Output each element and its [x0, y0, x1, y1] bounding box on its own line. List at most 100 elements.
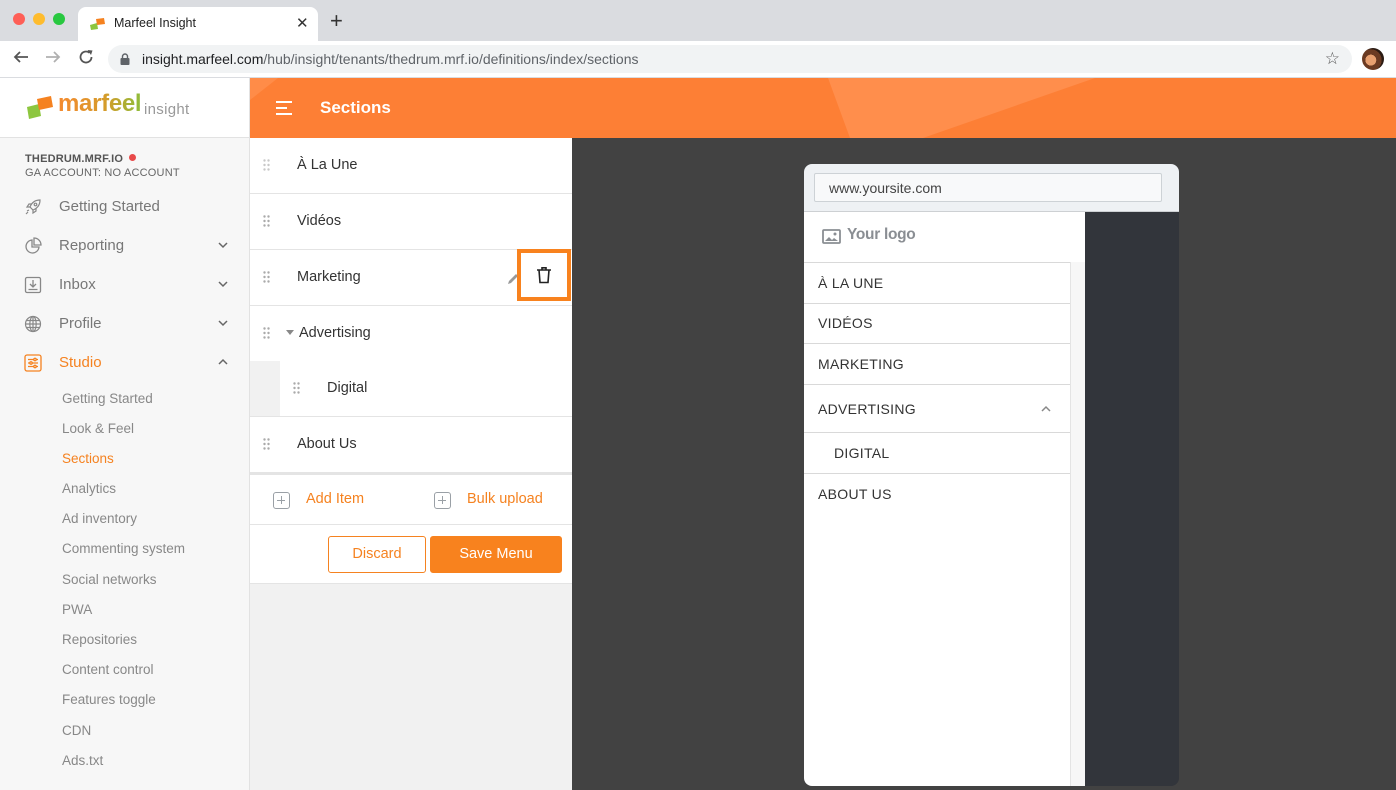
studio-item-ad-inventory[interactable]: Ad inventory	[62, 511, 137, 526]
forward-arrow-icon[interactable]	[45, 49, 61, 65]
drag-handle-icon[interactable]	[263, 271, 271, 283]
discard-button[interactable]: Discard	[328, 536, 426, 573]
close-tab-icon[interactable]: ✕	[296, 14, 309, 32]
preview-menu-subitem[interactable]: DIGITAL	[804, 432, 1070, 473]
sidebar-item-inbox[interactable]: Inbox	[0, 267, 249, 303]
delete-button[interactable]	[517, 249, 571, 301]
preview-menu-item[interactable]: À LA UNE	[804, 262, 1070, 303]
caret-down-icon[interactable]	[286, 330, 294, 335]
studio-item-analytics[interactable]: Analytics	[62, 481, 116, 496]
image-icon	[822, 229, 841, 244]
bookmark-star-icon[interactable]: ☆	[1325, 49, 1340, 69]
profile-avatar[interactable]	[1362, 48, 1384, 70]
bulk-upload-label: Bulk upload	[467, 491, 543, 507]
preview-logo-text: Your logo	[847, 226, 916, 243]
preview-menu-item[interactable]: MARKETING	[804, 343, 1070, 384]
sections-editor: À La Une Vidéos Marketing Advertising Di…	[250, 138, 572, 790]
tenant-name[interactable]: THEDRUM.MRF.IO	[25, 153, 137, 165]
studio-item-content-control[interactable]: Content control	[62, 662, 154, 677]
new-tab-icon[interactable]: +	[330, 10, 343, 32]
studio-item-sections[interactable]: Sections	[62, 451, 114, 466]
marfeel-logo-icon	[27, 96, 55, 120]
trash-icon	[536, 266, 552, 284]
section-label: Digital	[327, 380, 368, 396]
studio-item-social-networks[interactable]: Social networks	[62, 572, 157, 587]
globe-icon	[24, 315, 42, 333]
section-row[interactable]: Advertising	[250, 306, 572, 362]
ga-account: GA ACCOUNT: NO ACCOUNT	[25, 167, 180, 179]
chevron-down-icon	[217, 317, 229, 329]
drag-handle-icon[interactable]	[263, 327, 271, 339]
sidebar-item-getting-started[interactable]: Getting Started	[0, 189, 249, 225]
sidebar: marfeel insight THEDRUM.MRF.IO GA ACCOUN…	[0, 78, 250, 790]
url-host: insight.marfeel.com	[142, 51, 264, 67]
chevron-up-icon	[217, 356, 229, 368]
status-dot	[129, 154, 137, 161]
sidebar-item-label: Inbox	[59, 276, 96, 293]
studio-item-pwa[interactable]: PWA	[62, 602, 92, 617]
section-row-hovered[interactable]: Marketing	[250, 249, 572, 306]
section-label: Vidéos	[297, 213, 342, 229]
window-maximize-button[interactable]	[53, 13, 65, 25]
page-header: Sections	[250, 78, 1396, 138]
preview-menu-label: MARKETING	[818, 356, 904, 372]
url-text: insight.marfeel.com/hub/insight/tenants/…	[142, 51, 639, 67]
sidebar-item-reporting[interactable]: Reporting	[0, 228, 249, 264]
studio-item-look-and-feel[interactable]: Look & Feel	[62, 421, 134, 436]
section-row[interactable]: À La Une	[250, 138, 572, 194]
plus-square-icon	[273, 492, 290, 509]
save-menu-button[interactable]: Save Menu	[430, 536, 562, 573]
chevron-down-icon	[217, 278, 229, 290]
window-close-button[interactable]	[13, 13, 25, 25]
add-item-label: Add Item	[306, 491, 365, 507]
drag-handle-icon[interactable]	[293, 382, 301, 394]
section-label: About Us	[297, 436, 357, 452]
hamburger-icon[interactable]	[276, 100, 294, 116]
drag-handle-icon[interactable]	[263, 438, 271, 450]
browser-tab[interactable]: Marfeel Insight ✕	[78, 7, 318, 41]
studio-item-repositories[interactable]: Repositories	[62, 632, 137, 647]
preview-menu-item[interactable]: ABOUT US	[804, 473, 1070, 533]
drag-handle-icon[interactable]	[263, 159, 271, 171]
chevron-down-icon	[217, 239, 229, 251]
preview-url: www.yoursite.com	[829, 180, 942, 196]
preview-menu-label: DIGITAL	[834, 445, 890, 461]
sidebar-item-studio[interactable]: Studio	[0, 345, 249, 381]
studio-item-ads-txt[interactable]: Ads.txt	[62, 753, 103, 768]
section-row[interactable]: About Us	[250, 417, 572, 473]
address-bar[interactable]: insight.marfeel.com/hub/insight/tenants/…	[108, 45, 1352, 73]
sidebar-item-label: Studio	[59, 354, 102, 371]
back-arrow-icon[interactable]	[13, 49, 29, 65]
window-minimize-button[interactable]	[33, 13, 45, 25]
lock-icon	[120, 53, 130, 65]
editor-actions: Add Item Bulk upload	[250, 473, 572, 525]
section-row[interactable]: Vidéos	[250, 194, 572, 250]
pie-chart-icon	[24, 237, 42, 255]
logo-word: marfeel	[58, 90, 142, 117]
editor-buttons: Discard Save Menu	[250, 525, 572, 584]
tenant-label: THEDRUM.MRF.IO	[25, 153, 124, 165]
preview-menu-item-expanded[interactable]: ADVERTISING	[804, 384, 1070, 432]
logo[interactable]: marfeel insight	[0, 78, 249, 138]
drag-handle-icon[interactable]	[263, 215, 271, 227]
preview-menu-drawer: Your logo À LA UNE VIDÉOS MARKETING ADVE…	[804, 212, 1085, 786]
child-indent	[250, 361, 280, 417]
plus-square-icon	[434, 492, 451, 509]
sidebar-item-profile[interactable]: Profile	[0, 306, 249, 342]
reload-icon[interactable]	[78, 49, 94, 65]
studio-item-getting-started[interactable]: Getting Started	[62, 391, 153, 406]
preview-url-field: www.yoursite.com	[814, 173, 1162, 202]
preview-browser-bar: www.yoursite.com	[804, 164, 1179, 212]
studio-item-features-toggle[interactable]: Features toggle	[62, 692, 156, 707]
section-row-child[interactable]: Digital	[280, 361, 572, 417]
studio-item-cdn[interactable]: CDN	[62, 723, 91, 738]
page-title: Sections	[320, 98, 391, 117]
preview-scrollbar[interactable]	[1070, 262, 1085, 786]
chevron-up-icon[interactable]	[1040, 405, 1052, 413]
preview-menu-list: À LA UNE VIDÉOS MARKETING ADVERTISING DI…	[804, 262, 1070, 533]
header-decoration	[250, 78, 1095, 138]
sliders-icon	[24, 354, 42, 372]
preview-menu-item[interactable]: VIDÉOS	[804, 303, 1070, 343]
studio-item-commenting-system[interactable]: Commenting system	[62, 541, 185, 556]
preview-menu-label: À LA UNE	[818, 275, 884, 291]
